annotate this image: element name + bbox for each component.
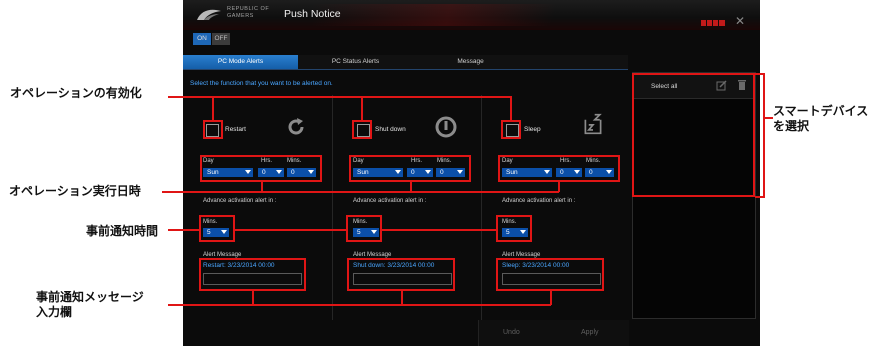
advance-label: Advance activation alert in : xyxy=(203,198,277,204)
column-divider xyxy=(332,95,333,320)
connector-line xyxy=(401,291,403,305)
connector-line xyxy=(235,229,346,231)
toggle-on-button[interactable]: ON xyxy=(193,33,211,45)
sleep-icon xyxy=(584,113,602,135)
window-title: Push Notice xyxy=(284,8,341,20)
highlight-box xyxy=(632,73,755,197)
connector-line xyxy=(550,291,552,305)
annotation-notice-time: 事前通知時間 xyxy=(86,224,159,238)
highlight-box xyxy=(203,120,223,139)
tab-message[interactable]: Message xyxy=(413,55,528,69)
highlight-box xyxy=(496,215,532,242)
highlight-box xyxy=(199,215,235,242)
connector-line xyxy=(168,229,199,231)
tab-pc-mode-alerts[interactable]: PC Mode Alerts xyxy=(183,55,298,69)
highlight-box xyxy=(352,120,372,139)
rog-red-logo-icon xyxy=(701,20,725,26)
instruction-text: Select the function that you want to be … xyxy=(190,80,333,87)
connector-line xyxy=(168,96,511,98)
column-divider xyxy=(481,95,482,320)
tab-pc-status-alerts[interactable]: PC Status Alerts xyxy=(298,55,413,69)
apply-button[interactable]: Apply xyxy=(581,329,599,336)
connector-line xyxy=(168,304,551,306)
connector-line xyxy=(558,182,560,192)
highlight-box xyxy=(498,155,620,182)
title-bar: REPUBLIC OF GAMERS Push Notice ✕ xyxy=(183,0,760,30)
annotation-datetime: オペレーション実行日時 xyxy=(9,184,141,198)
connector-line xyxy=(252,291,254,305)
connector-line xyxy=(212,96,214,120)
connector-line xyxy=(510,96,512,120)
annotation-notice-message: 事前通知メッセージ 入力欄 xyxy=(36,290,144,319)
advance-label: Advance activation alert in : xyxy=(502,198,576,204)
brand-text: REPUBLIC OF GAMERS xyxy=(227,6,270,19)
connector-line xyxy=(763,73,765,198)
rog-logo-icon xyxy=(197,9,221,20)
bottom-action-bar xyxy=(478,320,629,346)
connector-line xyxy=(382,229,496,231)
restart-icon xyxy=(288,118,304,135)
power-icon xyxy=(435,116,457,138)
close-icon[interactable]: ✕ xyxy=(735,15,745,27)
highlight-box xyxy=(347,258,455,291)
connector-line xyxy=(361,96,363,120)
annotation-device: スマートデバイス を選択 xyxy=(773,104,869,133)
toggle-off-button[interactable]: OFF xyxy=(212,33,230,45)
highlight-box xyxy=(496,258,604,291)
highlight-box xyxy=(349,155,471,182)
sleep-label: Sleep xyxy=(524,126,541,133)
highlight-box xyxy=(199,258,306,291)
connector-line xyxy=(410,182,412,192)
connector-line xyxy=(261,182,263,192)
undo-button[interactable]: Undo xyxy=(503,329,520,336)
tab-bar: PC Mode Alerts PC Status Alerts Message xyxy=(183,55,628,70)
highlight-box xyxy=(200,155,322,182)
connector-line xyxy=(763,117,773,119)
annotation-enable: オペレーションの有効化 xyxy=(10,86,142,100)
shutdown-label: Shut down xyxy=(375,126,406,133)
connector-line xyxy=(162,191,559,193)
highlight-box xyxy=(346,215,382,242)
restart-label: Restart xyxy=(225,126,246,133)
advance-label: Advance activation alert in : xyxy=(353,198,427,204)
highlight-box xyxy=(501,120,521,139)
